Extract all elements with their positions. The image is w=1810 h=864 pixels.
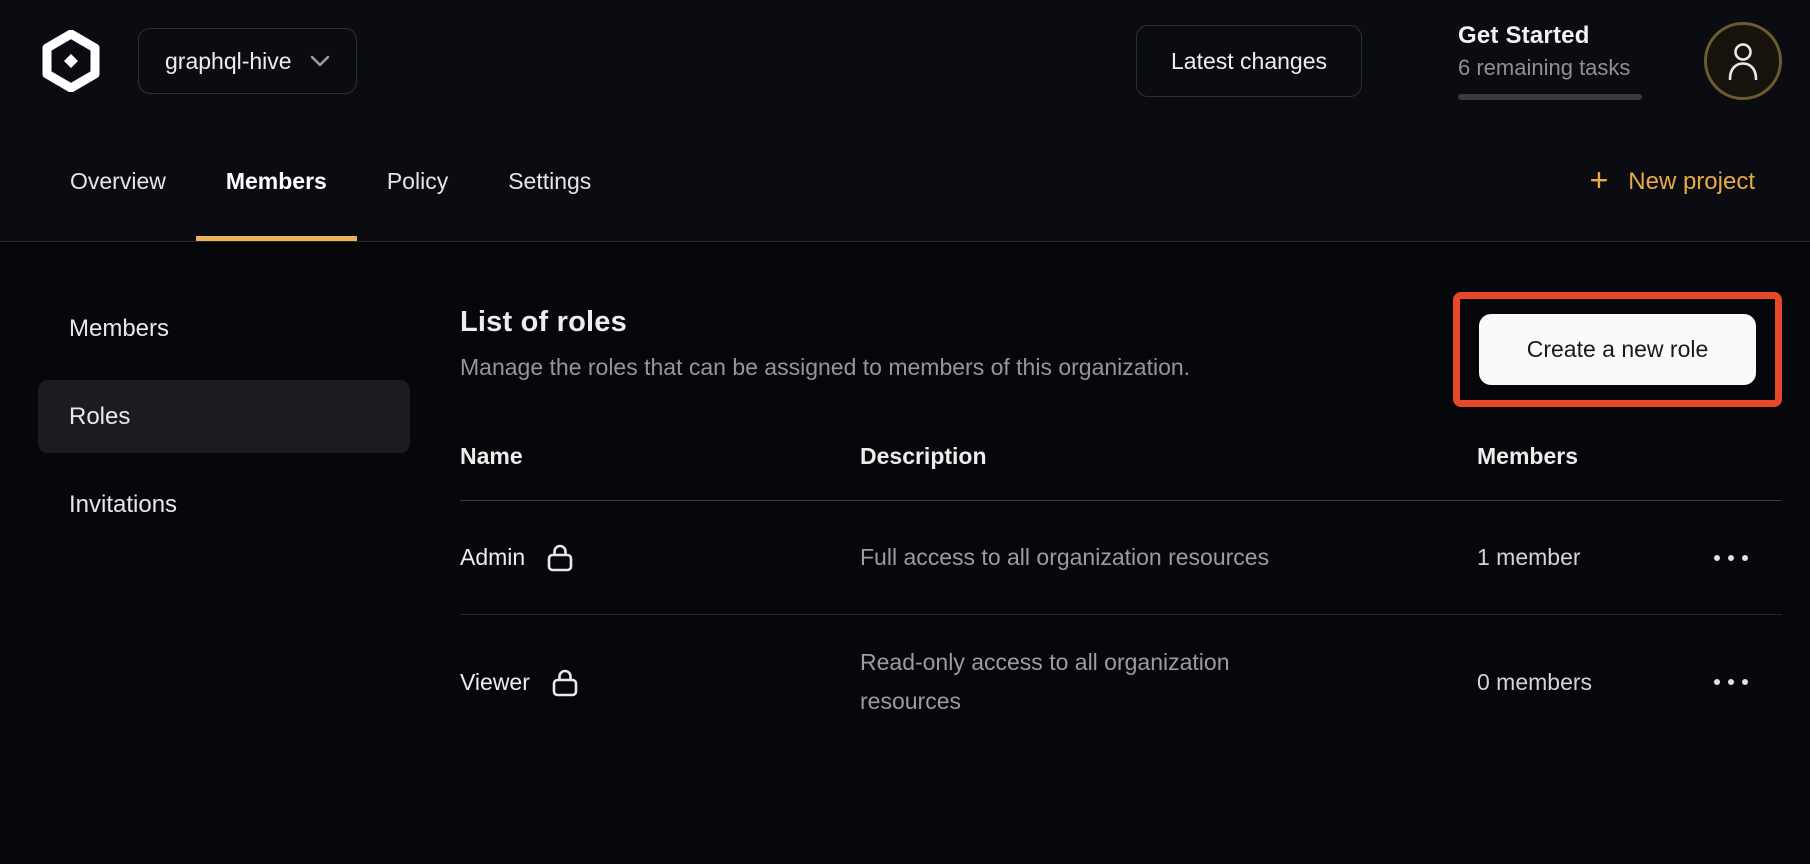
role-name: Admin: [460, 544, 525, 571]
new-project-label: New project: [1628, 168, 1755, 196]
page-title: List of roles: [460, 306, 1190, 339]
column-header-name: Name: [460, 443, 860, 470]
hive-logo-icon: [40, 30, 102, 92]
org-switcher[interactable]: graphql-hive: [138, 28, 357, 94]
role-description: Read-only access to all organization res…: [860, 643, 1320, 721]
role-name: Viewer: [460, 669, 530, 696]
get-started-title: Get Started: [1458, 22, 1642, 50]
column-header-members: Members: [1477, 443, 1702, 470]
members-sidebar: Members Roles Invitations: [38, 292, 410, 556]
new-project-button[interactable]: + New project: [1590, 122, 1755, 241]
tab-settings[interactable]: Settings: [478, 122, 621, 241]
latest-changes-button[interactable]: Latest changes: [1136, 25, 1362, 97]
sidebar-item-members[interactable]: Members: [38, 292, 410, 365]
user-avatar[interactable]: [1704, 22, 1782, 100]
get-started-progressbar: [1458, 94, 1642, 100]
role-name-cell: Viewer: [460, 668, 860, 697]
hive-logo[interactable]: [40, 30, 102, 92]
create-role-button[interactable]: Create a new role: [1479, 314, 1756, 385]
lock-icon: [552, 668, 578, 697]
roles-header: List of roles Manage the roles that can …: [460, 292, 1782, 407]
table-row-admin: Admin Full access to all organization re…: [460, 501, 1782, 615]
ellipsis-icon: [1706, 547, 1756, 569]
page-subtitle: Manage the roles that can be assigned to…: [460, 354, 1190, 381]
org-tabs: Overview Members Policy Settings: [40, 122, 621, 241]
role-name-cell: Admin: [460, 543, 860, 572]
topbar-right-group: Latest changes Get Started 6 remaining t…: [1136, 22, 1782, 100]
sidebar-item-invitations[interactable]: Invitations: [38, 468, 410, 541]
role-description: Full access to all organization resource…: [860, 538, 1320, 577]
row-menu-button[interactable]: [1698, 663, 1764, 701]
sidebar-item-roles[interactable]: Roles: [38, 380, 410, 453]
org-name: graphql-hive: [165, 48, 292, 75]
table-row-viewer: Viewer Read-only access to all organizat…: [460, 615, 1782, 749]
role-member-count: 0 members: [1477, 669, 1702, 696]
roles-table-header: Name Description Members: [460, 407, 1782, 501]
tab-policy[interactable]: Policy: [357, 122, 478, 241]
column-header-description: Description: [860, 443, 1477, 470]
role-member-count: 1 member: [1477, 544, 1702, 571]
tab-overview[interactable]: Overview: [40, 122, 196, 241]
get-started-widget[interactable]: Get Started 6 remaining tasks: [1458, 22, 1642, 100]
tab-members[interactable]: Members: [196, 122, 357, 241]
roles-table: Name Description Members Admin Full acce…: [460, 407, 1782, 749]
roles-title-block: List of roles Manage the roles that can …: [460, 292, 1190, 381]
top-bar: graphql-hive Latest changes Get Started …: [0, 0, 1810, 122]
row-menu-button[interactable]: [1698, 539, 1764, 577]
ellipsis-icon: [1706, 671, 1756, 693]
plus-icon: +: [1590, 164, 1609, 196]
tab-bar: Overview Members Policy Settings + New p…: [0, 122, 1810, 241]
top-section: graphql-hive Latest changes Get Started …: [0, 0, 1810, 242]
content-area: Members Roles Invitations List of roles …: [0, 242, 1810, 749]
roles-panel: List of roles Manage the roles that can …: [460, 292, 1782, 749]
lock-icon: [547, 543, 573, 572]
user-icon: [1727, 42, 1759, 80]
chevron-down-icon: [310, 55, 330, 68]
annotation-highlight-box: Create a new role: [1453, 292, 1782, 407]
get-started-subtitle: 6 remaining tasks: [1458, 55, 1642, 81]
